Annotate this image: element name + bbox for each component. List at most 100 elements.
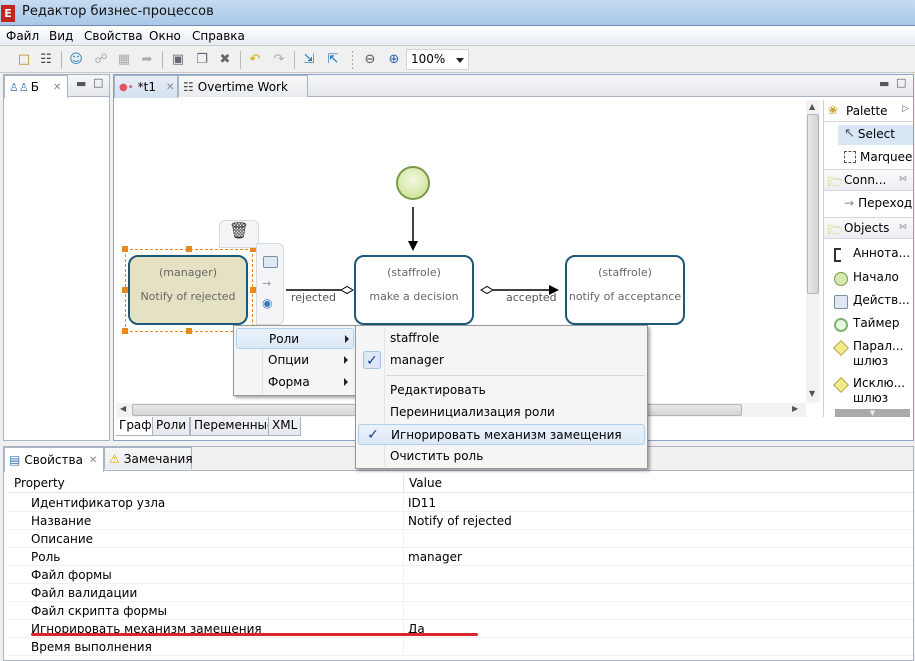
palette-tool-marquee[interactable]: Marquee (838, 148, 913, 164)
menu-item-options[interactable]: Опции (236, 350, 354, 371)
chevron-down-icon[interactable] (456, 58, 464, 63)
properties-icon: ▤ (9, 453, 21, 467)
palette-group-label: Conn... (844, 173, 887, 187)
tab-variables[interactable]: Переменные (190, 417, 279, 436)
menu-item-form[interactable]: Форма (236, 372, 354, 393)
submenu-item-staffrole[interactable]: staffrole (358, 328, 645, 349)
pin-icon[interactable]: ⋈ (899, 222, 907, 231)
palette-scroll-down[interactable]: ▼ (835, 409, 910, 417)
tab-problems[interactable]: ⚠ Замечания (104, 447, 193, 469)
menu-help[interactable]: Справка (192, 29, 245, 43)
close-icon[interactable]: ✕ (166, 82, 174, 93)
menu-separator (386, 375, 645, 376)
new-process-icon[interactable]: ☷ (38, 51, 54, 67)
minimize-icon[interactable]: ▬ (879, 77, 889, 90)
maximize-icon[interactable]: □ (896, 76, 906, 89)
tab-t1-label: *t1 (137, 80, 156, 94)
scroll-up-icon[interactable]: ▲ (809, 102, 815, 111)
export-icon[interactable]: ▦ (116, 51, 132, 67)
property-value[interactable]: manager (408, 550, 462, 564)
submenu-item-manager[interactable]: ✓ manager (358, 350, 645, 371)
node-name: notify of acceptance (568, 290, 682, 303)
new-project-icon[interactable]: □ (16, 51, 32, 67)
palette-item-timer[interactable]: Таймер (824, 316, 910, 332)
property-row[interactable]: Роль manager (8, 548, 913, 566)
zoom-out-icon[interactable]: ⊖ (362, 51, 378, 67)
menu-file[interactable]: Файл (6, 29, 39, 43)
palette-item-label: Парал... шлюз (853, 339, 904, 368)
connect-icon[interactable]: ☍ (93, 51, 109, 67)
property-row[interactable]: Файл валидации (8, 584, 913, 602)
node-notify-of-acceptance[interactable]: (staffrole) notify of acceptance (565, 255, 685, 325)
vertical-scrollbar[interactable]: ▲ ▼ (806, 100, 820, 403)
exclusive-gateway-icon (833, 377, 849, 393)
collapse-palette-icon[interactable]: ▷ (902, 104, 909, 114)
menu-properties[interactable]: Свойства (84, 29, 143, 43)
column-header-property[interactable]: Property (14, 476, 65, 490)
property-row[interactable]: Идентификатор узла ID11 (8, 494, 913, 512)
delete-icon[interactable]: ✖ (217, 51, 233, 67)
warning-icon: ⚠ (109, 451, 120, 466)
start-event[interactable] (396, 166, 430, 200)
maximize-icon[interactable]: □ (93, 76, 103, 89)
column-header-value[interactable]: Value (409, 476, 442, 490)
save-icon[interactable]: ▣ (170, 51, 186, 67)
annotation-icon (834, 248, 841, 262)
palette-item-start[interactable]: Начало (824, 270, 910, 286)
tab-graph[interactable]: Граф (116, 417, 156, 436)
palette-item-annotation[interactable]: Аннота... (824, 246, 910, 262)
palette-tool-select[interactable]: ↖ Select (838, 125, 913, 145)
tab-overtime-work[interactable]: ☷ Overtime Work (178, 75, 308, 97)
add-users-icon[interactable]: ☺ (68, 51, 84, 67)
property-row[interactable]: Файл скрипта формы (8, 602, 913, 620)
palette-item-exclusive-gateway[interactable]: Исклю... шлюз (824, 376, 905, 406)
vertical-scroll-thumb[interactable] (807, 114, 819, 294)
more-options-icon[interactable]: ◉ (262, 296, 272, 310)
scroll-right-icon[interactable]: ▶ (792, 404, 798, 413)
toolbar: □ ☷ ☺ ☍ ▦ ➦ ▣ ❐ ✖ ↶ ↷ ⇲ ⇱ ⊖ ⊕ 100% (0, 46, 915, 73)
submenu-item-ignore-substitution[interactable]: ✓ Игнорировать механизм замещения (358, 424, 645, 445)
palette-item-transition[interactable]: → Переход (838, 196, 913, 210)
property-row[interactable]: Файл формы (8, 566, 913, 584)
import-bpmn-icon[interactable]: ⇲ (301, 51, 317, 67)
pin-icon[interactable]: ⋈ (899, 174, 907, 183)
tab-roles[interactable]: Роли (152, 417, 191, 436)
menu-window[interactable]: Окно (149, 29, 181, 43)
menu-item-roles[interactable]: Роли (236, 328, 354, 349)
tab-properties[interactable]: ▤ Свойства ✕ (4, 447, 104, 472)
add-task-icon[interactable] (263, 256, 278, 268)
palette-item-task[interactable]: Действ... (824, 293, 910, 309)
delete-node-button[interactable]: 🗑 (219, 220, 259, 248)
export-bpmn-icon[interactable]: ⇱ (325, 51, 341, 67)
node-notify-of-rejected[interactable]: (manager) Notify of rejected (128, 255, 248, 325)
add-transition-icon[interactable]: → (262, 277, 271, 290)
property-value[interactable]: ID11 (408, 496, 436, 510)
zoom-in-icon[interactable]: ⊕ (386, 51, 402, 67)
tab-xml[interactable]: XML (268, 417, 302, 436)
transition-arrow-icon: → (844, 196, 855, 210)
save-all-icon[interactable]: ❐ (194, 51, 210, 67)
submenu-item-edit[interactable]: Редактировать (358, 380, 645, 401)
left-panel-tab[interactable]: ♙♙ Б ✕ (4, 75, 68, 98)
submenu-item-reinit-role[interactable]: Переинициализация роли (358, 402, 645, 423)
property-row[interactable]: Название Notify of rejected (8, 512, 913, 530)
menu-view[interactable]: Вид (49, 29, 73, 43)
scroll-left-icon[interactable]: ◀ (120, 404, 126, 413)
property-row[interactable]: Время выполнения (8, 638, 913, 656)
property-row[interactable]: Описание (8, 530, 913, 548)
node-make-a-decision[interactable]: (staffrole) make a decision (354, 255, 474, 325)
close-icon[interactable]: ✕ (53, 82, 61, 93)
palette-group-connections[interactable]: 🗁 Conn... ⋈ (824, 169, 913, 191)
submenu-item-clear-role[interactable]: Очистить роль (358, 446, 645, 467)
close-icon[interactable]: ✕ (89, 455, 97, 466)
palette-group-objects[interactable]: 🗁 Objects ⋈ (824, 217, 913, 239)
minimize-icon[interactable]: ▬ (76, 77, 86, 90)
scroll-down-icon[interactable]: ▼ (809, 389, 815, 398)
import-icon[interactable]: ➦ (139, 51, 155, 67)
palette-item-parallel-gateway[interactable]: Парал... шлюз (824, 339, 904, 369)
zoom-level-select[interactable]: 100% (406, 49, 469, 70)
undo-icon[interactable]: ↶ (247, 51, 263, 67)
tab-t1[interactable]: ●• *t1 ✕ (114, 75, 178, 98)
property-value[interactable]: Notify of rejected (408, 514, 512, 528)
redo-icon[interactable]: ↷ (271, 51, 287, 67)
